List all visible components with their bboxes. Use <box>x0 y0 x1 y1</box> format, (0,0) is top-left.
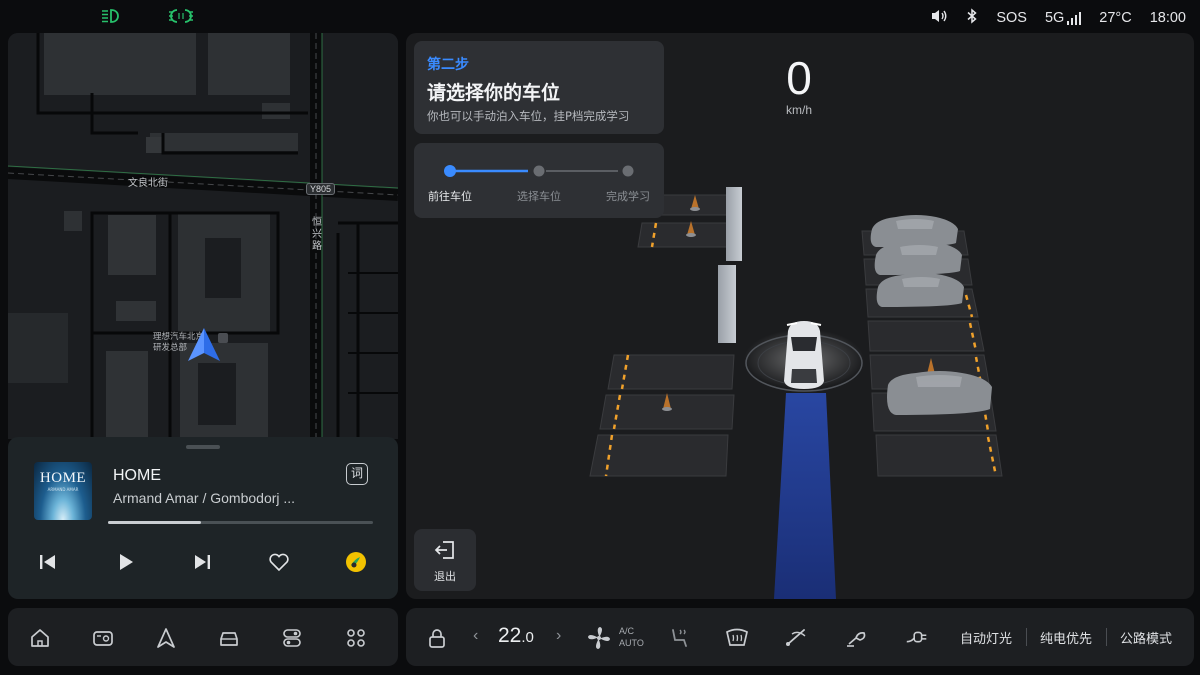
navigation-app-button[interactable] <box>153 625 179 651</box>
lock-button[interactable] <box>424 625 450 651</box>
step-progress-track <box>444 165 634 177</box>
exit-icon <box>434 541 454 559</box>
speed-value: 0 <box>786 52 812 104</box>
street-label-hengxing-3: 路 <box>312 241 322 252</box>
network-label: 5G <box>1044 10 1065 26</box>
song-artist: Armand Amar / Gombodorj ... <box>113 490 296 506</box>
poi-label-line2: 研发总部 <box>153 343 188 353</box>
lyrics-button[interactable]: 词 <box>346 463 368 485</box>
fan-icon <box>588 627 610 649</box>
navigation-map[interactable]: 文良北街 Y805 恒 兴 路 理想汽车北京 研发总部 <box>8 33 398 439</box>
seat-heat-icon <box>672 629 687 647</box>
step-instruction-card: 第二步 请选择你的车位 你也可以手动泊入车位，挂P档完成学习 <box>414 41 664 134</box>
street-label-wenliang: 文良北街 <box>128 178 168 189</box>
headlight-icon <box>100 7 122 29</box>
wiper-icon <box>786 629 806 646</box>
bluetooth-icon[interactable] <box>966 8 978 28</box>
left-parking-slots <box>589 194 737 477</box>
step-label-go-to-slot: 前往车位 <box>428 190 472 203</box>
music-app-button[interactable] <box>343 549 369 575</box>
outside-temperature: 27°C <box>1099 10 1132 26</box>
vehicle-app-button[interactable] <box>216 625 242 651</box>
auto-lights-button[interactable]: 自动灯光 <box>960 628 1012 647</box>
album-cover-title: HOME <box>39 470 87 486</box>
charge-plug-icon <box>906 631 927 643</box>
album-cover[interactable]: HOME ARMAND AMAR <box>34 462 92 520</box>
drag-handle[interactable] <box>186 445 220 449</box>
song-title: HOME <box>113 467 161 484</box>
previous-track-button[interactable] <box>35 549 61 575</box>
controls-app-button[interactable] <box>279 625 305 651</box>
street-label-hengxing-2: 兴 <box>312 229 322 240</box>
step-label-complete-learning: 完成学习 <box>606 190 650 203</box>
status-bar: SOS 5G 27°C 18:00 <box>0 0 1200 33</box>
car-icon <box>220 632 238 646</box>
previous-icon <box>40 555 55 569</box>
app-grid-icon <box>347 629 365 647</box>
playback-progress-fill <box>108 521 201 524</box>
media-player-card[interactable]: HOME ARMAND AMAR HOME Armand Amar / Gomb… <box>8 437 398 599</box>
map-canvas <box>8 33 398 439</box>
next-track-button[interactable] <box>189 549 215 575</box>
playback-progress-bar[interactable] <box>108 521 373 524</box>
clock: 18:00 <box>1149 10 1186 26</box>
seat-heat-button[interactable] <box>666 625 692 651</box>
volume-icon[interactable] <box>930 8 948 28</box>
temperature-increase-button[interactable]: › <box>556 627 561 645</box>
wiper-button[interactable] <box>784 625 810 651</box>
all-apps-button[interactable] <box>343 625 369 651</box>
mode-divider <box>1026 628 1027 646</box>
cabin-temperature-decimal: .0 <box>521 629 534 646</box>
mirror-icon <box>847 632 866 647</box>
mode-divider <box>1106 628 1107 646</box>
sos-label[interactable]: SOS <box>996 10 1027 26</box>
step-description: 你也可以手动泊入车位，挂P档完成学习 <box>427 109 630 123</box>
speed-unit: km/h <box>785 103 812 117</box>
step-label-select-slot: 选择车位 <box>517 190 561 203</box>
network-indicator: 5G <box>1044 10 1082 26</box>
mirror-fold-button[interactable] <box>844 625 870 651</box>
charge-port-button[interactable] <box>904 625 930 651</box>
app-dock <box>8 608 398 666</box>
heart-icon <box>269 553 289 572</box>
exit-label: 退出 <box>434 570 456 583</box>
ac-auto-label[interactable]: A/C AUTO <box>619 625 644 649</box>
learning-progress-card: 前往车位 选择车位 完成学习 <box>414 143 664 218</box>
navigation-icon <box>157 628 175 648</box>
album-cover-subtitle: ARMAND AMAR <box>47 487 79 492</box>
ac-label-line2: AUTO <box>619 638 644 648</box>
road-mode-button[interactable]: 公路模式 <box>1120 628 1172 647</box>
ego-vehicle <box>784 321 824 389</box>
climate-control-bar: ‹ 22.0 › A/C AUTO 自动灯光 纯电优先 公路模式 <box>406 608 1194 666</box>
signal-icon <box>1067 11 1082 25</box>
fan-button[interactable] <box>586 625 612 651</box>
step-number: 第二步 <box>427 57 469 73</box>
ev-priority-button[interactable]: 纯电优先 <box>1040 628 1092 647</box>
play-button[interactable] <box>113 549 139 575</box>
parking-assist-panel: 第二步 请选择你的车位 你也可以手动泊入车位，挂P档完成学习 前往车位 选择车位… <box>406 33 1194 599</box>
lock-icon <box>429 629 445 648</box>
temperature-decrease-button[interactable]: ‹ <box>473 627 478 645</box>
toggle-controls-icon <box>283 629 301 647</box>
media-app-button[interactable] <box>90 625 116 651</box>
street-label-hengxing: 恒 兴 路 <box>312 217 324 253</box>
home-button[interactable] <box>27 625 53 651</box>
radio-icon <box>93 631 113 646</box>
music-app-logo-icon <box>346 552 366 572</box>
ac-label-line1: A/C <box>619 626 635 636</box>
front-defrost-button[interactable] <box>724 625 750 651</box>
cabin-temperature: 22.0 <box>498 624 534 648</box>
step-title: 请选择你的车位 <box>427 82 561 104</box>
play-icon <box>120 554 133 570</box>
home-icon <box>31 629 49 647</box>
exit-button[interactable]: 退出 <box>414 529 476 591</box>
vehicle-position-arrow-icon <box>188 328 220 361</box>
front-defrost-icon <box>726 628 748 646</box>
cabin-temperature-value: 22 <box>498 624 522 647</box>
street-label-hengxing-1: 恒 <box>312 217 322 228</box>
road-badge-y805: Y805 <box>306 183 336 195</box>
favorite-button[interactable] <box>266 549 292 575</box>
next-icon <box>195 555 210 569</box>
parking-light-icon <box>168 7 194 29</box>
